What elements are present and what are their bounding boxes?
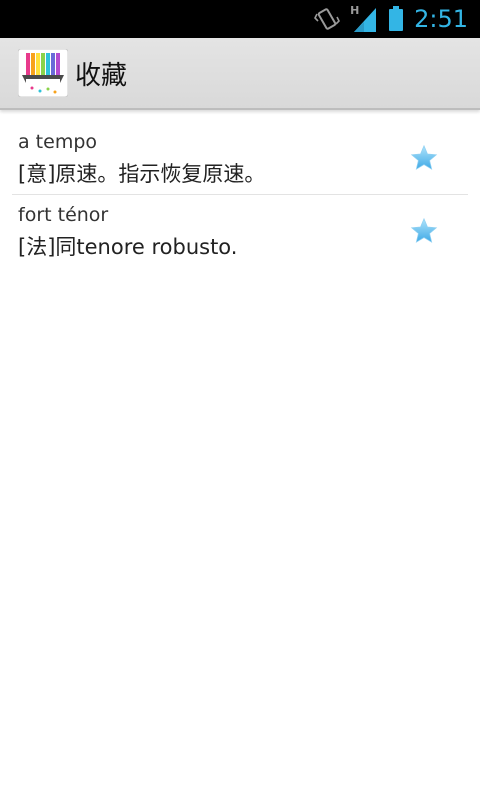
page-title: 收藏	[75, 61, 128, 91]
signal-icon: H	[350, 4, 378, 32]
clock: 2:51	[414, 5, 468, 33]
network-type-label: H	[350, 4, 360, 17]
favorites-list: a tempo [意]原速。指示恢复原速。 fort ténor [法]同ten…	[0, 122, 480, 267]
list-item[interactable]: a tempo [意]原速。指示恢复原速。	[12, 122, 468, 195]
battery-icon	[388, 6, 404, 32]
star-icon[interactable]	[410, 144, 438, 172]
list-item[interactable]: fort ténor [法]同tenore robusto.	[12, 195, 468, 267]
star-icon[interactable]	[410, 217, 438, 245]
action-bar: 收藏	[0, 38, 480, 110]
vibrate-icon	[314, 6, 341, 32]
status-bar: H 2:51	[0, 0, 480, 38]
app-icon[interactable]	[17, 48, 69, 98]
term-word: a tempo	[18, 131, 98, 153]
term-definition: [法]同tenore robusto.	[18, 235, 238, 259]
term-word: fort ténor	[18, 204, 109, 226]
term-definition: [意]原速。指示恢复原速。	[18, 162, 266, 186]
